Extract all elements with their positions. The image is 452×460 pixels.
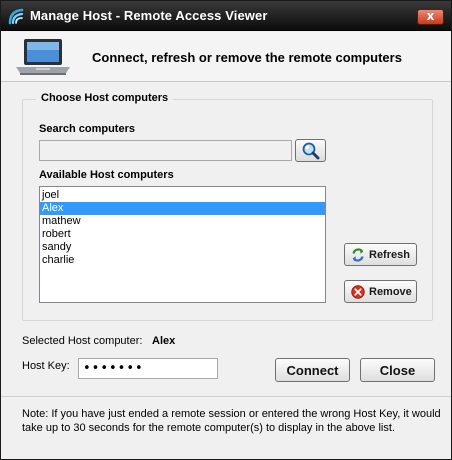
selected-host-value: Alex — [152, 335, 176, 347]
host-key-label: Host Key: — [22, 360, 70, 372]
search-label: Search computers — [39, 123, 135, 135]
list-item[interactable]: sandy — [40, 241, 325, 254]
dialog-header: Connect, refresh or remove the remote co… — [1, 32, 451, 82]
note-text: Note: If you have just ended a remote se… — [22, 408, 441, 434]
window-title: Manage Host - Remote Access Viewer — [30, 8, 268, 23]
close-button[interactable]: Close — [360, 358, 435, 382]
refresh-icon — [352, 248, 364, 262]
manage-host-window: Manage Host - Remote Access Viewer x Con… — [0, 0, 452, 460]
refresh-label: Refresh — [369, 249, 410, 261]
search-button[interactable] — [295, 139, 326, 162]
close-window-button[interactable]: x — [417, 9, 444, 25]
magnifier-icon — [302, 142, 320, 160]
available-hosts-label: Available Host computers — [39, 169, 174, 181]
list-item[interactable]: joel — [40, 189, 325, 202]
remove-icon — [351, 285, 365, 299]
list-item[interactable]: charlie — [40, 254, 325, 267]
remove-button[interactable]: Remove — [344, 280, 417, 303]
selected-host-label: Selected Host computer: — [22, 335, 143, 347]
remove-label: Remove — [369, 286, 412, 298]
search-input[interactable] — [39, 140, 292, 161]
laptop-icon — [16, 39, 70, 75]
title-bar[interactable]: Manage Host - Remote Access Viewer x — [1, 1, 451, 31]
list-item[interactable]: mathew — [40, 215, 325, 228]
close-icon: x — [426, 9, 435, 23]
host-list[interactable]: joel Alex mathew robert sandy charlie — [39, 186, 326, 303]
header-text: Connect, refresh or remove the remote co… — [92, 50, 402, 65]
connect-button[interactable]: Connect — [275, 358, 350, 382]
app-logo-icon — [8, 8, 24, 25]
host-key-input[interactable] — [78, 358, 218, 379]
choose-host-group-title: Choose Host computers — [36, 92, 174, 104]
footer-divider — [1, 396, 451, 397]
list-item[interactable]: robert — [40, 228, 325, 241]
list-item[interactable]: Alex — [40, 202, 325, 215]
refresh-button[interactable]: Refresh — [344, 243, 417, 266]
